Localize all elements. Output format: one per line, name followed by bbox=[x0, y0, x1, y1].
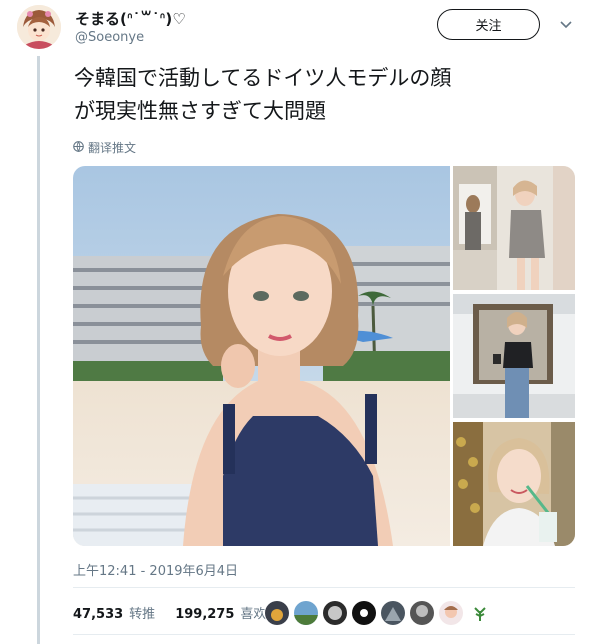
liker-avatar[interactable] bbox=[322, 600, 348, 626]
liker-avatar[interactable] bbox=[293, 600, 319, 626]
tweet-text-line: が現実性無さすぎて大問題 bbox=[74, 99, 326, 123]
user-handle[interactable]: @Soeonye bbox=[75, 30, 144, 45]
main-photo[interactable] bbox=[73, 166, 450, 546]
tweet-text-line: 今韓国で活動してるドイツ人モデルの顔 bbox=[74, 66, 452, 90]
engagement-stats: 47,533 转推 199,275 喜欢 bbox=[73, 603, 266, 622]
side-photo-drink[interactable] bbox=[453, 422, 575, 546]
chevron-down-icon[interactable] bbox=[560, 18, 572, 32]
liker-avatar[interactable] bbox=[264, 600, 290, 626]
timestamp[interactable]: 上午12:41 - 2019年6月4日 bbox=[73, 560, 238, 579]
avatar[interactable] bbox=[17, 5, 61, 49]
thread-line bbox=[37, 56, 40, 644]
like-label: 喜欢 bbox=[240, 607, 267, 622]
display-name[interactable]: そまる(ᐢ˙꒳​˙ᐢ)♡ bbox=[75, 8, 186, 29]
liker-avatar[interactable] bbox=[467, 600, 493, 626]
liker-avatar[interactable] bbox=[438, 600, 464, 626]
tweet-text: 今韓国で活動してるドイツ人モデルの顔 が現実性無さすぎて大問題 bbox=[74, 62, 514, 128]
side-photo-street[interactable] bbox=[453, 294, 575, 418]
liker-avatar[interactable] bbox=[409, 600, 435, 626]
divider bbox=[73, 587, 575, 588]
retweet-count[interactable]: 47,533 转推 bbox=[73, 603, 155, 622]
follow-button[interactable]: 关注 bbox=[437, 9, 540, 40]
like-count[interactable]: 199,275 喜欢 bbox=[175, 603, 266, 622]
translate-label: 翻译推文 bbox=[88, 141, 137, 155]
translate-link[interactable]: 翻译推文 bbox=[73, 139, 136, 156]
globe-icon bbox=[73, 140, 84, 155]
liker-avatar[interactable] bbox=[380, 600, 406, 626]
liker-avatars bbox=[264, 600, 493, 626]
divider bbox=[73, 634, 575, 635]
like-count-value: 199,275 bbox=[175, 607, 235, 622]
retweet-count-value: 47,533 bbox=[73, 607, 124, 622]
retweet-label: 转推 bbox=[129, 607, 156, 622]
side-photo-mirror[interactable] bbox=[453, 166, 575, 290]
media-grid bbox=[73, 166, 575, 546]
liker-avatar[interactable] bbox=[351, 600, 377, 626]
